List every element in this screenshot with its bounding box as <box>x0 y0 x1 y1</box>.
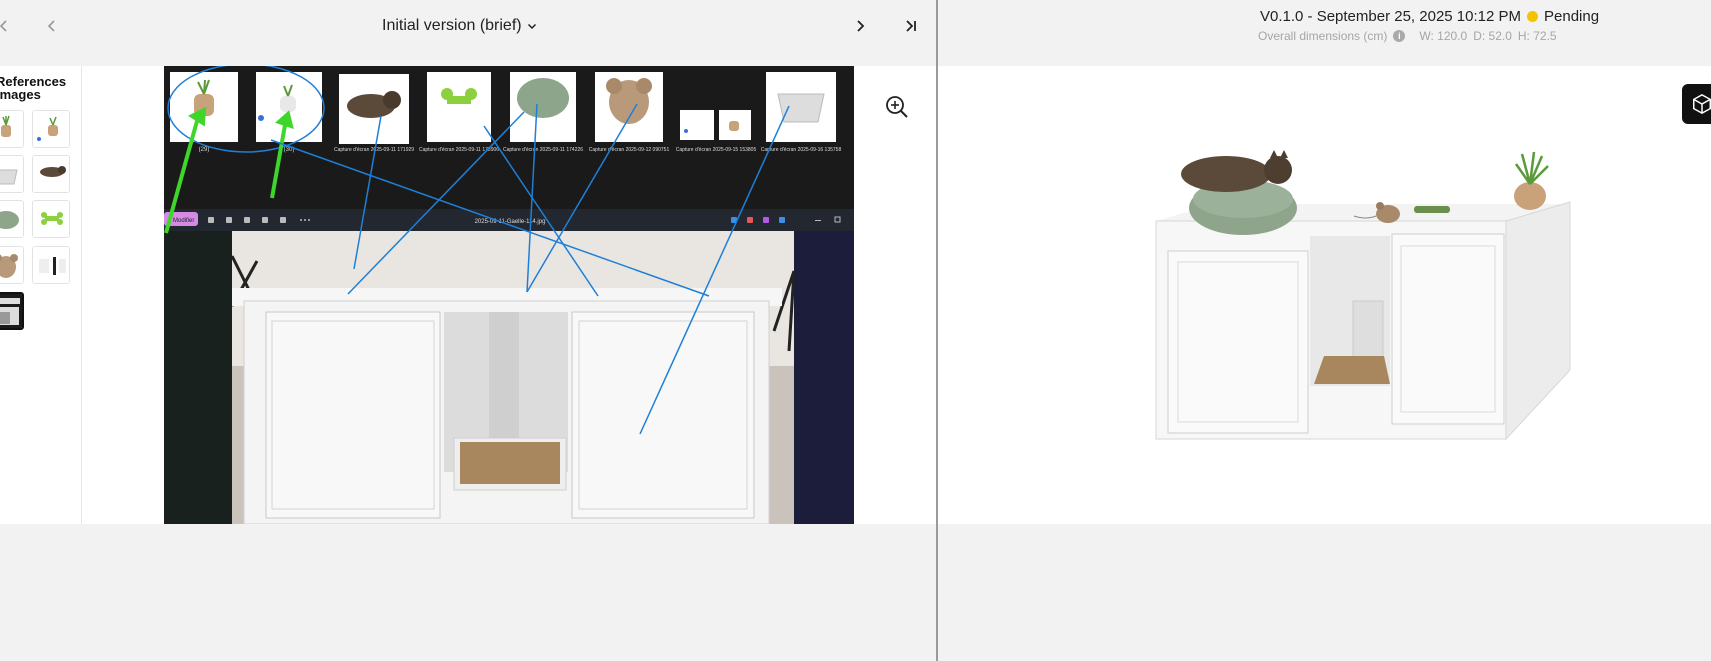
plant-image <box>33 111 69 147</box>
thumbnail-caption: (29) <box>199 147 210 153</box>
annotated-brief-photo: (29) (30) Capture d'écran 2025-09-11 171… <box>164 66 854 524</box>
reference-thumbnail-active[interactable] <box>0 292 24 330</box>
screenshot-image <box>33 247 69 283</box>
thumbnail-caption: Capture d'écran 2025-09-12 090751 <box>589 147 670 153</box>
cube-icon <box>1693 93 1711 115</box>
first-version-button[interactable] <box>0 14 16 38</box>
screenshot-thumbnail <box>510 72 576 142</box>
reference-thumbnail[interactable] <box>32 246 70 284</box>
info-icon[interactable]: i <box>1393 30 1406 42</box>
chevron-left-icon <box>47 20 55 32</box>
cat-image <box>33 156 69 192</box>
thumbnail-caption: Capture d'écran 2025-09-11 174226 <box>503 147 583 153</box>
cabinet-photo-image <box>0 294 22 328</box>
status-dot <box>1527 11 1538 22</box>
brief-toolbar: Initial version (brief) <box>0 0 936 66</box>
version-info: V0.1.0 - September 25, 2025 10:12 PM Pen… <box>1260 8 1599 25</box>
version-pane: V0.1.0 - September 25, 2025 10:12 PM Pen… <box>938 0 1711 661</box>
screenshot-thumbnail <box>595 72 663 142</box>
dimensions-label: Overall dimensions (cm) <box>1258 29 1388 43</box>
bone-toy-image <box>33 201 69 237</box>
screenshot-thumbnail <box>427 72 491 142</box>
brief-content: References images (29) (30) Capture d'éc… <box>0 66 936 524</box>
reference-thumbnail[interactable] <box>32 110 70 148</box>
prev-version-button[interactable] <box>40 14 64 38</box>
dimension-depth: D: 52.0 <box>1473 29 1512 43</box>
reference-thumbnail[interactable] <box>0 246 24 284</box>
zoom-in-button[interactable] <box>884 94 910 120</box>
mouse-toy-image <box>0 247 23 283</box>
chevron-left-icon <box>0 20 7 32</box>
version-text: V0.1.0 - September 25, 2025 10:12 PM <box>1260 8 1521 25</box>
references-title: References images <box>0 74 67 102</box>
thumbnail-caption: Capture d'écran 2025-09-16 135758 <box>761 147 842 153</box>
references-panel: References images <box>0 66 82 524</box>
next-version-button[interactable] <box>848 14 872 38</box>
dimension-width: W: 120.0 <box>1419 29 1468 43</box>
product-render[interactable] <box>938 66 1711 524</box>
dimension-height: H: 72.5 <box>1517 29 1557 43</box>
dimensions-info: Overall dimensions (cm) i W: 120.0 D: 52… <box>1258 29 1557 43</box>
reference-thumbnail[interactable] <box>0 155 24 193</box>
3d-view-button[interactable] <box>1682 84 1711 124</box>
litter-box-image <box>0 156 23 192</box>
reference-thumbnail[interactable] <box>32 200 70 238</box>
version-dropdown[interactable]: Initial version (brief) <box>382 14 538 38</box>
brief-pane: Initial version (brief) References image… <box>0 0 936 661</box>
zoom-in-icon <box>886 96 908 118</box>
version-header: V0.1.0 - September 25, 2025 10:12 PM Pen… <box>938 0 1711 66</box>
chevron-right-icon <box>857 20 865 32</box>
cabinet-render-image <box>938 66 1711 524</box>
thumbnail-caption: Capture d'écran 2025-09-15 153805 <box>676 147 757 153</box>
status-badge: Pending <box>1544 8 1600 25</box>
skip-last-icon <box>906 20 916 32</box>
viewer-file-title: 2025-09-11-Gaelle-114.jpg <box>475 219 546 225</box>
screenshot-thumbnail <box>339 74 409 144</box>
version-dropdown-label: Initial version (brief) <box>382 17 522 34</box>
brief-main-image[interactable]: (29) (30) Capture d'écran 2025-09-11 171… <box>164 66 854 524</box>
edit-chip-label: Modifier <box>173 218 194 224</box>
cushion-image <box>0 201 23 237</box>
plant-image <box>0 111 23 147</box>
reference-thumbnail[interactable] <box>0 110 24 148</box>
chevron-down-icon <box>527 23 536 30</box>
last-version-button[interactable] <box>899 14 923 38</box>
screenshot-thumbnail <box>766 72 836 142</box>
reference-thumbnail[interactable] <box>0 200 24 238</box>
reference-thumbnail[interactable] <box>32 155 70 193</box>
